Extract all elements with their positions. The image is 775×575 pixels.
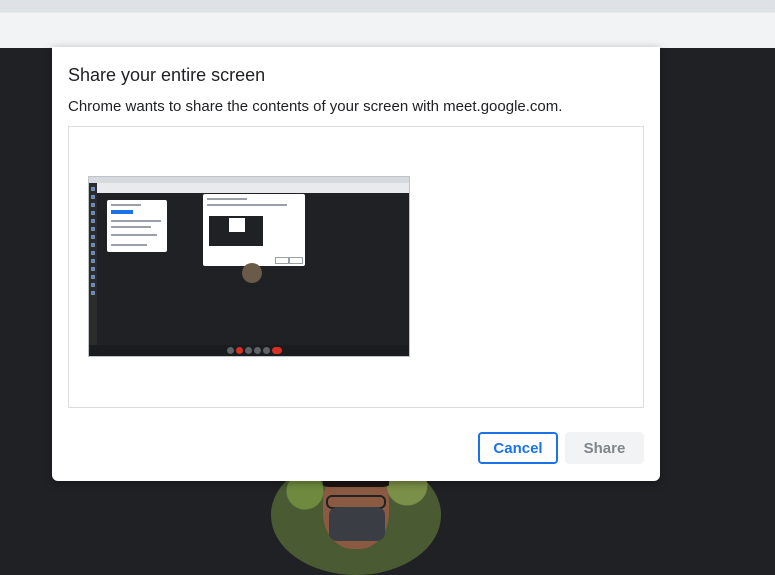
avatar-mask [329,507,385,541]
screen-preview-area [68,126,644,408]
thumbnail-dialog [203,194,305,266]
thumbnail-launcher [89,183,97,356]
thumbnail-browser-chrome [89,177,409,193]
tab-strip [0,0,775,12]
thumbnail-call-controls [89,345,409,356]
browser-chrome [0,0,775,48]
share-screen-dialog: Share your entire screen Chrome wants to… [52,47,660,481]
cancel-button[interactable]: Cancel [478,432,558,464]
thumbnail-popup [107,200,167,252]
screen-thumbnail[interactable] [88,176,410,357]
thumbnail-avatar [242,263,262,283]
browser-toolbar [0,12,775,48]
share-button[interactable]: Share [565,432,644,464]
dialog-description: Chrome wants to share the contents of yo… [68,98,563,115]
dialog-title: Share your entire screen [68,65,266,85]
